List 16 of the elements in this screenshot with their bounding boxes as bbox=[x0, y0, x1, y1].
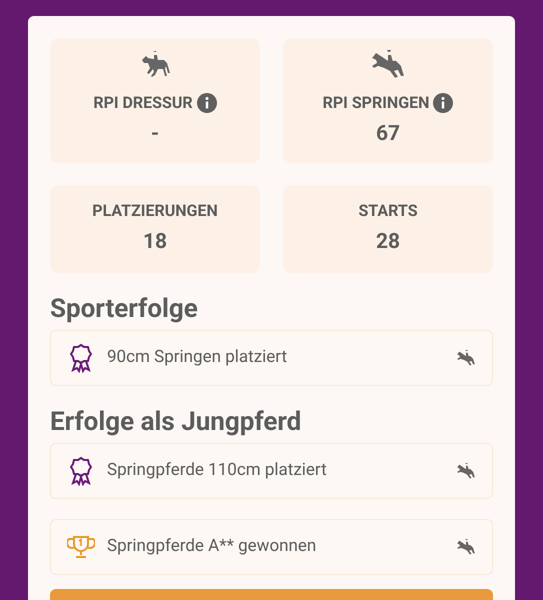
achievement-row[interactable]: Springpferde 110cm platziert bbox=[50, 443, 493, 499]
stat-value: 67 bbox=[376, 121, 400, 148]
achievement-text: 90cm Springen platziert bbox=[107, 346, 288, 370]
stat-label: RPI DRESSUR bbox=[93, 92, 193, 114]
section-heading: Erfolge als Jungpferd bbox=[50, 407, 302, 437]
achievement-text: Springpferde 110cm platziert bbox=[107, 459, 328, 482]
stat-label: PLATZIERUNGEN bbox=[92, 200, 218, 222]
section-heading: Sporterfolge bbox=[50, 294, 199, 324]
stat-value: 18 bbox=[142, 229, 168, 256]
achievement-row[interactable]: 90cm Springen platziert bbox=[50, 330, 493, 386]
achievement-text: Springpferde A** gewonnen bbox=[107, 535, 318, 558]
stat-value: - bbox=[150, 120, 160, 148]
stat-value: 28 bbox=[376, 229, 400, 256]
stat-label: RPI SPRINGEN bbox=[322, 92, 430, 114]
achievement-row[interactable]: Springpferde A** gewonnen bbox=[50, 519, 493, 575]
stat-label: STARTS bbox=[358, 200, 418, 222]
